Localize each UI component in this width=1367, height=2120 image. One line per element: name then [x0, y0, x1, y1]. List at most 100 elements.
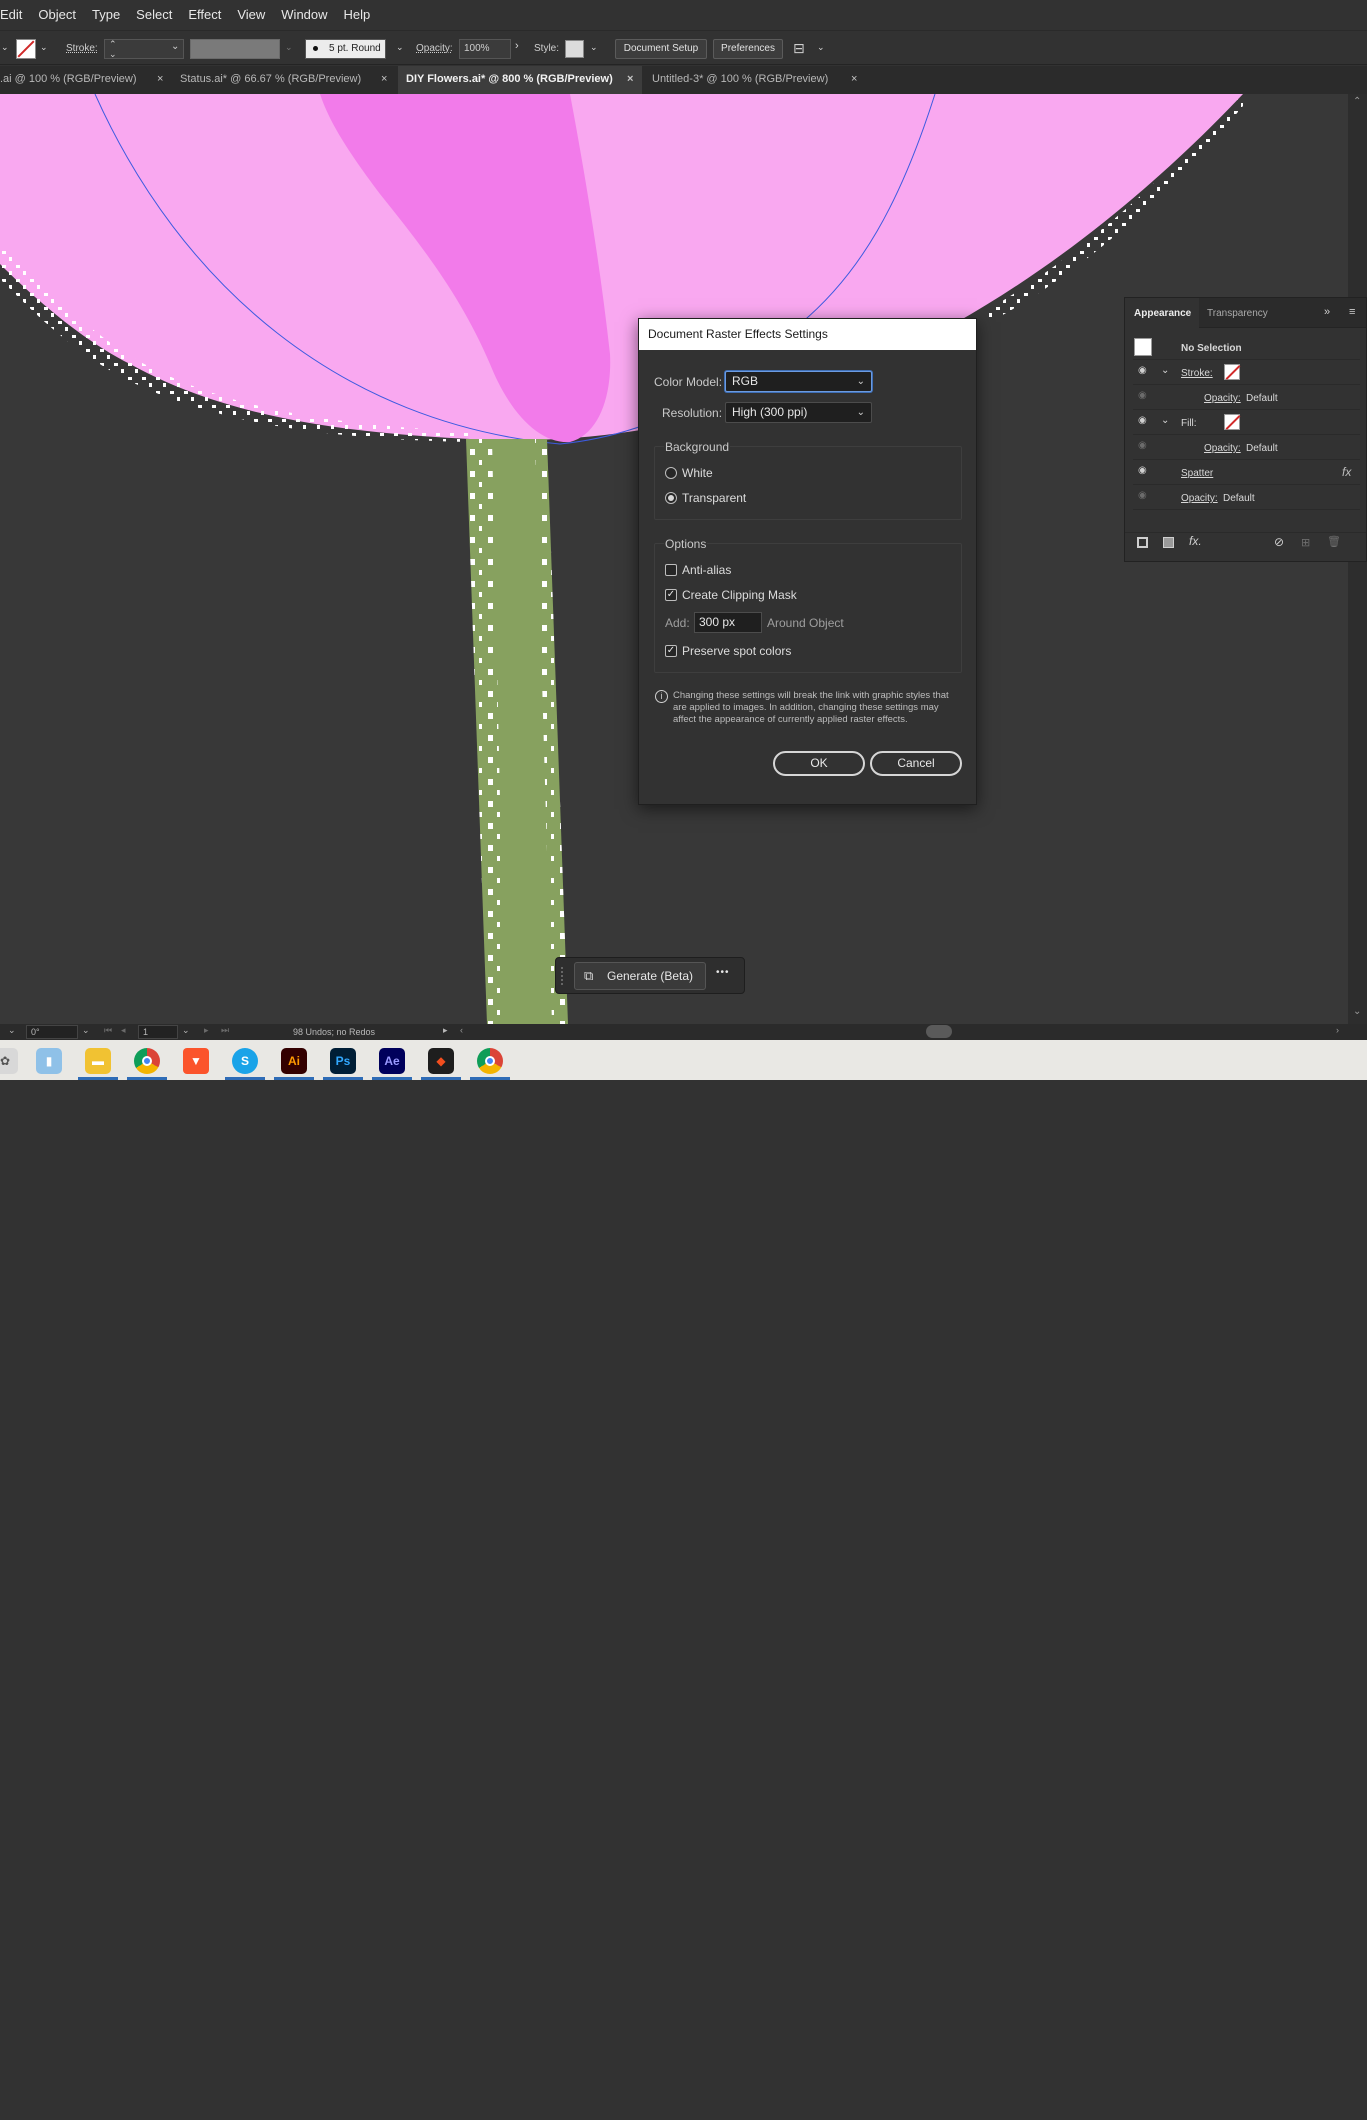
file-app-icon[interactable]: ▮ — [36, 1048, 62, 1074]
chevron-down-icon[interactable]: ⌄ — [1161, 415, 1169, 426]
menu-view[interactable]: View — [229, 0, 273, 30]
skype-icon[interactable]: S — [232, 1048, 258, 1074]
opacity-label[interactable]: Opacity: — [1204, 443, 1241, 454]
fill-row[interactable]: ◉ ⌄ Fill: — [1133, 410, 1360, 435]
cancel-button[interactable]: Cancel — [870, 751, 962, 776]
add-effect-icon[interactable]: fx. — [1189, 534, 1202, 548]
generate-button[interactable]: ⧉ Generate (Beta) — [574, 962, 706, 990]
resolution-select[interactable]: High (300 ppi) ⌄ — [725, 402, 872, 423]
chevron-down-icon[interactable]: ⌄ — [590, 43, 599, 52]
spatter-effect-row[interactable]: ◉ Spatter fx — [1133, 460, 1360, 485]
stroke-opacity-row[interactable]: ◉ Opacity: Default — [1133, 385, 1360, 410]
trash-icon[interactable]: 🗑 — [1327, 535, 1341, 548]
eye-icon[interactable]: ◉ — [1138, 466, 1151, 476]
close-icon[interactable]: × — [157, 66, 163, 93]
status-menu-icon[interactable]: ▸ — [443, 1025, 448, 1036]
chrome-icon[interactable] — [134, 1048, 160, 1074]
stepper-icon[interactable]: ⌃ ⌄ — [109, 39, 117, 59]
transparent-radio[interactable] — [665, 492, 677, 504]
stroke-swatch[interactable] — [1224, 364, 1240, 380]
figma-icon[interactable]: ◆ — [428, 1048, 454, 1074]
tab-transparency[interactable]: Transparency — [1207, 308, 1268, 319]
add-new-fill-icon[interactable] — [1163, 537, 1174, 548]
stroke-label[interactable]: Stroke: — [1181, 368, 1213, 379]
chevron-down-icon[interactable]: ⌄ — [8, 1025, 16, 1036]
fill-label[interactable]: Fill: — [1181, 418, 1197, 429]
preferences-button[interactable]: Preferences — [713, 39, 783, 59]
menu-help[interactable]: Help — [336, 0, 379, 30]
add-amount-field[interactable]: 300 px — [694, 612, 762, 633]
chrome-icon[interactable] — [477, 1048, 503, 1074]
brush-definition[interactable]: 5 pt. Round — [305, 39, 386, 59]
chevron-down-icon[interactable]: ⌄ — [1, 43, 10, 52]
chevron-right-icon[interactable]: › — [515, 41, 524, 52]
clear-appearance-icon[interactable]: ⊘ — [1274, 535, 1284, 549]
first-artboard-icon[interactable]: ⏮ — [104, 1025, 112, 1036]
eye-icon[interactable]: ◉ — [1138, 391, 1151, 401]
clipping-mask-label[interactable]: Create Clipping Mask — [682, 588, 797, 602]
close-icon[interactable]: × — [627, 66, 633, 93]
file-explorer-icon[interactable]: ▬ — [85, 1048, 111, 1074]
duplicate-item-icon[interactable]: ⊞ — [1301, 536, 1310, 549]
illustrator-icon[interactable]: Ai — [281, 1048, 307, 1074]
anti-alias-checkbox[interactable] — [665, 564, 677, 576]
opacity-label[interactable]: Opacity: — [1204, 393, 1241, 404]
variable-width-profile[interactable] — [190, 39, 280, 59]
scroll-down-icon[interactable]: ⌄ — [1353, 1006, 1361, 1017]
stroke-row[interactable]: ◉ ⌄ Stroke: — [1133, 360, 1360, 385]
fill-swatch[interactable] — [1224, 414, 1240, 430]
collapse-icon[interactable]: » — [1324, 306, 1330, 318]
prev-artboard-icon[interactable]: ◂ — [121, 1025, 126, 1036]
close-icon[interactable]: × — [381, 66, 387, 93]
tab-status[interactable]: Status.ai* @ 66.67 % (RGB/Preview) × — [172, 66, 394, 94]
chevron-down-icon[interactable]: ⌄ — [82, 1025, 90, 1036]
chevron-down-icon[interactable]: ⌄ — [285, 43, 294, 52]
white-radio[interactable] — [665, 467, 677, 479]
menu-effect[interactable]: Effect — [180, 0, 229, 30]
tab-appearance[interactable]: Appearance — [1134, 308, 1191, 319]
arrange-documents-icon[interactable]: ⊟ — [793, 40, 805, 57]
eye-icon[interactable]: ◉ — [1138, 441, 1151, 451]
menu-select[interactable]: Select — [128, 0, 180, 30]
menu-edit[interactable]: Edit — [0, 0, 30, 30]
brave-icon[interactable]: ▼ — [183, 1048, 209, 1074]
menu-type[interactable]: Type — [84, 0, 128, 30]
chevron-down-icon[interactable]: ⌄ — [817, 43, 826, 52]
tab-diy-flowers[interactable]: DIY Flowers.ai* @ 800 % (RGB/Preview) × — [398, 66, 642, 94]
close-icon[interactable]: × — [851, 66, 857, 93]
rotation-field[interactable]: 0° — [26, 1025, 78, 1039]
stroke-swatch[interactable] — [16, 39, 36, 59]
chevron-down-icon[interactable]: ⌄ — [1161, 365, 1169, 376]
tab-untitled-3[interactable]: Untitled-3* @ 100 % (RGB/Preview) × — [644, 66, 869, 94]
spatter-label[interactable]: Spatter — [1181, 468, 1213, 479]
transparent-label[interactable]: Transparent — [682, 491, 746, 505]
fill-opacity-row[interactable]: ◉ Opacity: Default — [1133, 435, 1360, 460]
object-opacity-row[interactable]: ◉ Opacity: Default — [1133, 485, 1360, 510]
preserve-spot-checkbox[interactable]: ✓ — [665, 645, 677, 657]
chevron-down-icon[interactable]: ⌄ — [182, 1025, 190, 1036]
stroke-weight-field[interactable]: ⌃ ⌄ ⌄ — [104, 39, 184, 59]
app-icon[interactable]: ✿ — [0, 1048, 18, 1074]
menu-window[interactable]: Window — [273, 0, 335, 30]
menu-object[interactable]: Object — [30, 0, 84, 30]
add-new-stroke-icon[interactable] — [1137, 537, 1148, 548]
eye-icon[interactable]: ◉ — [1138, 491, 1151, 501]
chevron-down-icon[interactable]: ⌄ — [396, 43, 405, 52]
clipping-mask-checkbox[interactable]: ✓ — [665, 589, 677, 601]
opacity-field[interactable]: 100% — [459, 39, 511, 59]
eye-icon[interactable]: ◉ — [1138, 416, 1151, 426]
last-artboard-icon[interactable]: ⏭ — [221, 1025, 229, 1036]
next-artboard-icon[interactable]: ▸ — [204, 1025, 209, 1036]
tab-document-1[interactable]: .ai @ 100 % (RGB/Preview) × — [0, 66, 170, 94]
white-label[interactable]: White — [682, 466, 713, 480]
panel-menu-icon[interactable]: ≡ — [1349, 306, 1355, 318]
scroll-left-icon[interactable]: ‹ — [460, 1025, 463, 1035]
horizontal-scroll-thumb[interactable] — [926, 1025, 952, 1038]
grip-icon[interactable] — [561, 967, 567, 985]
document-setup-button[interactable]: Document Setup — [615, 39, 707, 59]
fx-icon[interactable]: fx — [1342, 465, 1351, 479]
chevron-down-icon[interactable]: ⌄ — [171, 41, 179, 52]
photoshop-icon[interactable]: Ps — [330, 1048, 356, 1074]
scroll-up-icon[interactable]: ⌃ — [1353, 96, 1361, 107]
after-effects-icon[interactable]: Ae — [379, 1048, 405, 1074]
